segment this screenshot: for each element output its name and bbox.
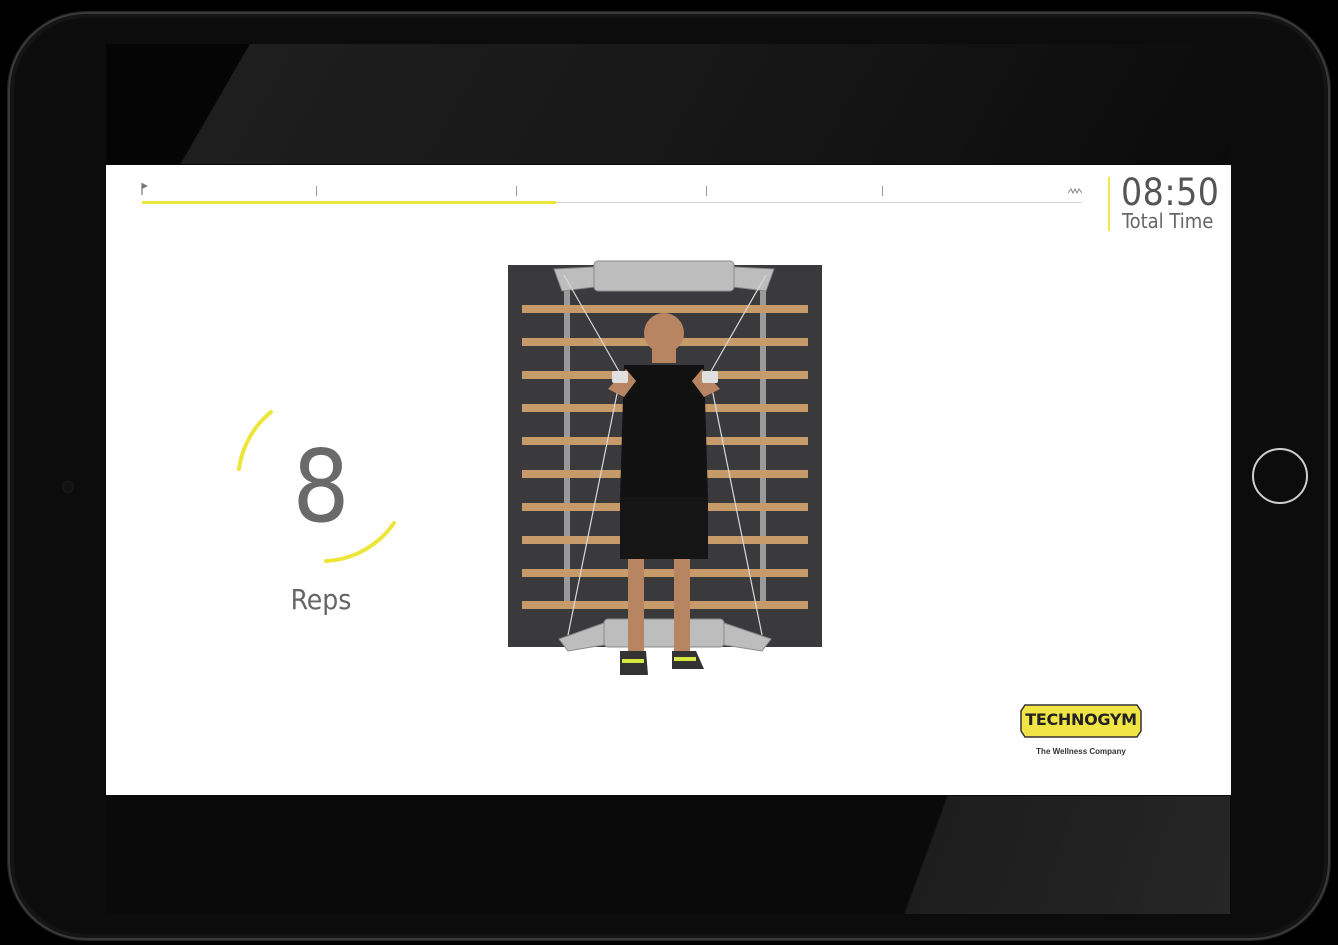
total-time-label: Total Time	[1122, 209, 1214, 233]
camera-icon	[63, 482, 73, 492]
bezel-top	[106, 44, 1230, 164]
wave-icon	[1068, 187, 1082, 195]
timeline-tick	[316, 186, 317, 196]
home-button[interactable]	[1252, 448, 1308, 504]
bezel-bottom	[106, 796, 1230, 914]
reps-label: Reps	[290, 583, 352, 616]
workout-timeline[interactable]	[138, 179, 1088, 209]
flag-icon	[141, 183, 148, 195]
technogym-logo: TECHNOGYM The Wellness Company	[1019, 703, 1143, 761]
reps-count: 8	[292, 428, 350, 545]
timeline-tick	[882, 186, 883, 196]
timeline-tick	[706, 186, 707, 196]
total-time-value: 08:50	[1121, 171, 1220, 214]
workout-screen: 08:50 Total Time 8 Reps TECHNOGYM The We…	[106, 165, 1231, 795]
time-divider	[1108, 177, 1110, 231]
timeline-tick	[516, 186, 517, 196]
logo-text: TECHNOGYM	[1025, 710, 1137, 729]
timeline-progress	[142, 201, 556, 204]
exercise-illustration	[508, 260, 822, 675]
logo-tagline: The Wellness Company	[1036, 747, 1126, 756]
